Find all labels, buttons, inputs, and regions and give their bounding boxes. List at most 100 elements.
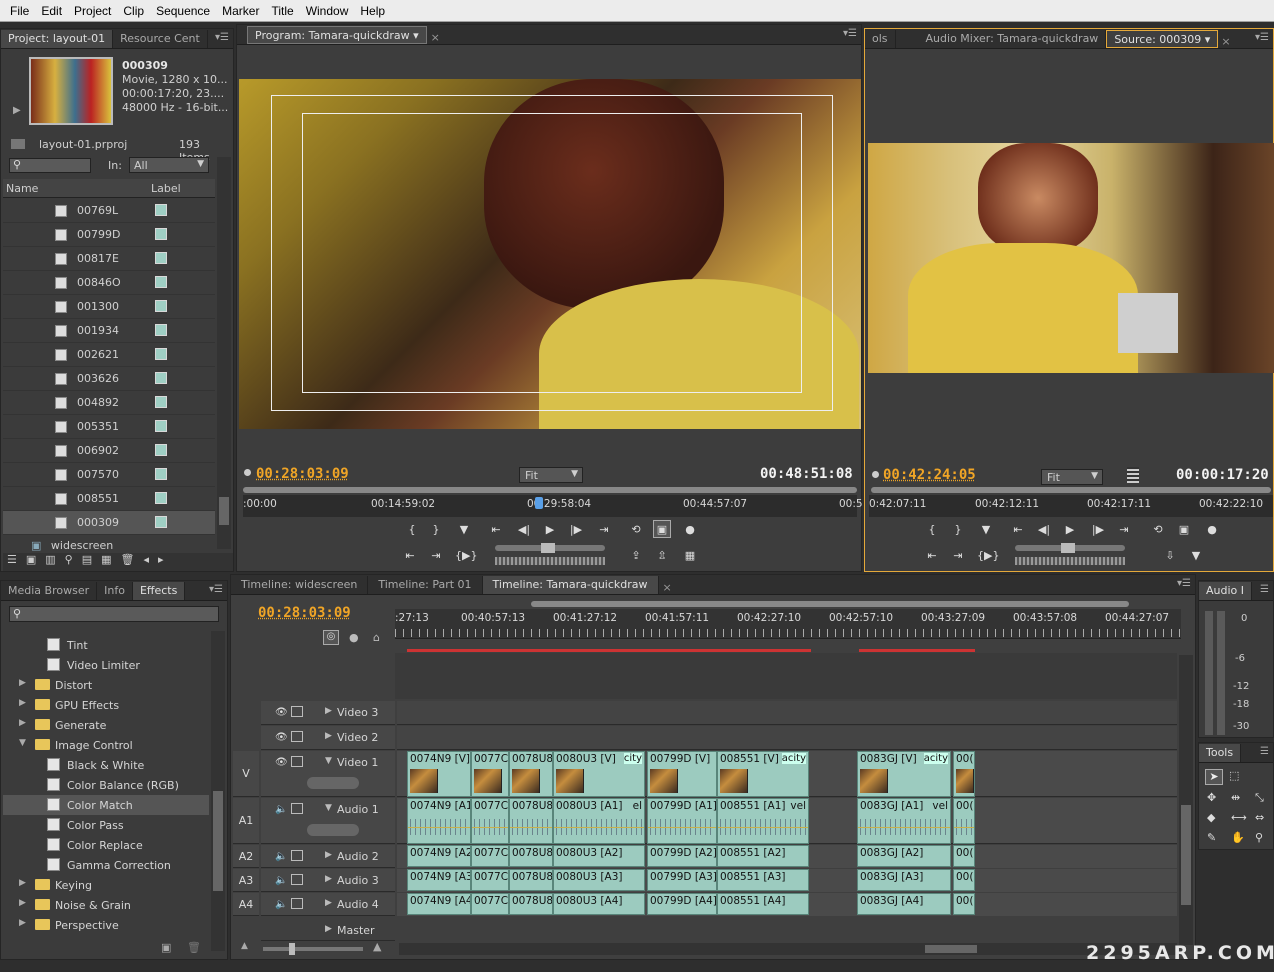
effects-search-input[interactable]: ⚲ [9, 606, 219, 622]
tab-tools-partial[interactable]: ols [865, 30, 896, 48]
audio-clip[interactable]: 0078U8 [509, 893, 553, 915]
audio-clip[interactable]: 0080U3 [A2] [553, 845, 645, 867]
tab-timeline-widescreen[interactable]: Timeline: widescreen [231, 576, 369, 594]
panel-menu-icon[interactable]: ▾☰ [215, 32, 229, 43]
tab-tools[interactable]: Tools [1199, 744, 1242, 762]
go-to-in-icon[interactable]: ⇤ [487, 521, 505, 539]
project-item[interactable]: 001934 [3, 319, 215, 343]
collapse-icon[interactable]: ▼ [325, 803, 332, 813]
audio-clip[interactable]: 0083GJ [A4] [857, 893, 951, 915]
shuttle-left-icon[interactable]: ⇥ [949, 547, 967, 565]
expand-icon[interactable]: ▶ [325, 924, 332, 934]
project-scrollbar[interactable] [217, 157, 231, 549]
effects-item[interactable]: Color Pass [3, 815, 209, 835]
expand-icon[interactable]: ▶ [19, 718, 26, 728]
expand-icon[interactable]: ▶ [19, 898, 26, 908]
panel-menu-icon[interactable]: ☰ [1260, 584, 1269, 595]
video-clip[interactable]: 00( [953, 751, 975, 797]
tab-audio-mixer[interactable]: Audio Mixer: Tamara-quickdraw [896, 30, 1107, 48]
audio-clip[interactable]: 0080U3 [A1] el [553, 798, 645, 844]
label-swatch[interactable] [155, 252, 167, 264]
track-header-audio4[interactable]: 🔈 ▶ Audio 4 [261, 893, 395, 916]
effects-item[interactable]: Tint [3, 635, 209, 655]
rolling-edit-tool-icon[interactable]: ⇹ [1231, 791, 1240, 804]
effects-item[interactable]: Gamma Correction [3, 855, 209, 875]
menu-project[interactable]: Project [68, 4, 117, 18]
tab-media-browser[interactable]: Media Browser [1, 582, 98, 600]
bin-row[interactable]: ▣ widescreen [31, 539, 113, 552]
label-swatch[interactable] [155, 444, 167, 456]
effects-item[interactable]: Color Replace [3, 835, 209, 855]
project-item[interactable]: 006902 [3, 439, 215, 463]
col-label[interactable]: Label [151, 182, 181, 195]
set-marker-icon[interactable]: ● [349, 631, 359, 644]
zoom-tool-icon[interactable]: ⚲ [1255, 831, 1263, 844]
video-clip[interactable]: 0083GJ [V] acity [857, 751, 951, 797]
expand-icon[interactable]: ▶ [325, 874, 332, 884]
audio-clip[interactable]: 0077Cf [471, 869, 509, 891]
collapse-icon[interactable]: ▼ [19, 738, 26, 748]
track-header-video2[interactable]: 👁 ▶ Video 2 [261, 726, 395, 750]
tab-effects[interactable]: Effects [132, 582, 186, 600]
video-clip[interactable]: 008551 [V] acity [717, 751, 809, 797]
timeline-time-ruler[interactable]: :27:13 00:40:57:13 00:41:27:12 00:41:57:… [395, 609, 1181, 639]
speaker-icon[interactable]: 🔈 [275, 875, 287, 886]
audio-clip[interactable]: 0083GJ [A1] vel [857, 798, 951, 844]
extract-icon[interactable]: ⇫ [653, 547, 671, 565]
track-header-audio2[interactable]: 🔈 ▶ Audio 2 [261, 845, 395, 868]
program-current-timecode[interactable]: 00:28:03:09 [256, 466, 349, 482]
lock-icon[interactable] [291, 874, 303, 885]
eye-icon[interactable]: 👁 [275, 732, 288, 743]
program-time-ruler[interactable]: :00:00 00:14:59:02 00:29:58:04 00:44:57:… [243, 495, 863, 517]
expand-icon[interactable]: ▶ [325, 731, 332, 741]
zoom-scroll[interactable] [531, 601, 1129, 607]
eye-icon[interactable]: 👁 [275, 707, 288, 718]
label-swatch[interactable] [155, 348, 167, 360]
source-fit-dropdown[interactable]: Fit ▼ [1041, 469, 1103, 485]
slide-tool-icon[interactable]: ⇔ [1255, 811, 1264, 824]
shuttle-slider[interactable] [1015, 543, 1125, 553]
audio-clip[interactable]: 0074N9 [A3 [407, 869, 471, 891]
audio-clip[interactable]: 00799D [A4] [647, 893, 717, 915]
label-swatch[interactable] [155, 372, 167, 384]
label-swatch[interactable] [155, 468, 167, 480]
play-in-to-out-icon[interactable]: ⇤ [401, 547, 419, 565]
film-icon[interactable] [1127, 467, 1139, 483]
track-header-video1[interactable]: 👁 ▼ Video 1 [261, 751, 395, 797]
project-item[interactable]: 00769L [3, 199, 215, 223]
a1-target[interactable]: A1 [233, 798, 259, 844]
tab-source[interactable]: Source: 000309 ▾ [1106, 30, 1219, 48]
expand-icon[interactable]: ▶ [325, 706, 332, 716]
timeline-vscroll[interactable] [1179, 655, 1193, 945]
effects-item[interactable]: ▶ GPU Effects [3, 695, 209, 715]
a2-target[interactable]: A2 [233, 845, 259, 868]
tab-program[interactable]: Program: Tamara-quickdraw ▾ [247, 26, 427, 44]
source-scroll-bar[interactable] [871, 487, 1271, 493]
audio-clip[interactable]: 00( [953, 893, 975, 915]
play-icon[interactable]: ▶ [541, 521, 559, 539]
label-swatch[interactable] [155, 396, 167, 408]
eye-icon[interactable]: 👁 [275, 757, 288, 768]
selection-tool-icon[interactable]: ➤ [1205, 769, 1223, 785]
source-video-frame[interactable] [868, 143, 1274, 373]
audio-clip[interactable]: 0083GJ [A3] [857, 869, 951, 891]
audio-clip[interactable]: 00( [953, 845, 975, 867]
tab-resource-central[interactable]: Resource Cent [113, 30, 208, 48]
lock-icon[interactable] [291, 803, 303, 814]
expand-icon[interactable]: ▶ [19, 878, 26, 888]
audio-clip[interactable]: 0078U8 [509, 869, 553, 891]
keyframe-toggle[interactable] [307, 824, 359, 836]
label-swatch[interactable] [155, 324, 167, 336]
panel-menu-icon[interactable]: ☰ [1260, 746, 1269, 757]
audio-clip[interactable]: 0077Cf [471, 845, 509, 867]
lock-icon[interactable] [291, 850, 303, 861]
lock-icon[interactable] [291, 898, 303, 909]
ripple-edit-tool-icon[interactable]: ✥ [1207, 791, 1216, 804]
label-swatch[interactable] [155, 516, 167, 528]
insert-icon[interactable]: ⇩ [1161, 547, 1179, 565]
safe-margins-icon[interactable]: ▣ [653, 520, 671, 538]
track-select-tool-icon[interactable]: ⬚ [1229, 769, 1239, 782]
project-item[interactable]: 00846O [3, 271, 215, 295]
shuttle-left-icon[interactable]: ⇥ [427, 547, 445, 565]
track-header-master[interactable]: ▶ Master [261, 919, 395, 941]
